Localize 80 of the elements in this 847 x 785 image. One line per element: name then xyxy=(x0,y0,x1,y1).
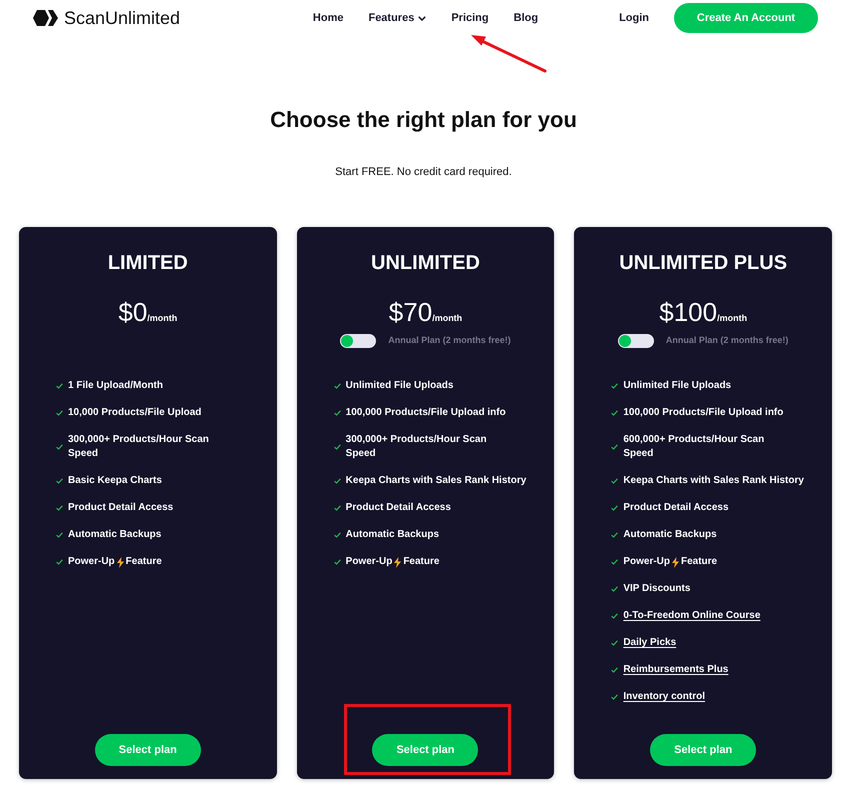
feature-text: Automatic Backups xyxy=(623,528,717,542)
feature-text: Unlimited File Uploads xyxy=(623,379,732,393)
check-icon xyxy=(611,559,618,565)
feature-text: Product Detail Access xyxy=(346,501,451,515)
check-icon xyxy=(56,559,63,565)
feature-link[interactable]: Reimbursements Plus xyxy=(623,663,728,677)
feature-text: Unlimited File Uploads xyxy=(346,379,454,393)
feature-text: Feature xyxy=(126,555,162,569)
check-icon xyxy=(334,444,341,450)
check-icon xyxy=(611,478,618,484)
check-icon xyxy=(334,478,341,484)
nav-link[interactable]: Blog xyxy=(514,10,538,26)
logo-icon xyxy=(33,10,58,26)
nav-link[interactable]: Features xyxy=(368,10,426,26)
feature-text: Product Detail Access xyxy=(68,501,174,515)
check-icon xyxy=(334,559,341,565)
check-icon xyxy=(611,410,618,416)
plan-name: UNLIMITED PLUS xyxy=(619,251,788,275)
plan-name: UNLIMITED xyxy=(371,251,480,275)
check-icon xyxy=(611,444,618,450)
check-icon xyxy=(334,383,341,389)
check-icon xyxy=(334,532,341,538)
plan-name: LIMITED xyxy=(108,251,188,275)
price-period: /month xyxy=(717,312,748,325)
check-icon xyxy=(334,505,341,511)
check-icon xyxy=(56,383,63,389)
feature-text: Power-Up xyxy=(623,555,670,569)
lightning-icon xyxy=(672,556,679,568)
toggle-label: Annual Plan (2 months free!) xyxy=(666,334,788,348)
price-period: /month xyxy=(147,312,178,325)
annual-plan-toggle[interactable] xyxy=(340,334,376,348)
feature-text: 600,000+ Products/Hour Scan Speed xyxy=(623,433,764,461)
check-icon xyxy=(611,640,618,646)
feature-text: 300,000+ Products/Hour Scan Speed xyxy=(346,433,487,461)
feature-text: 10,000 Products/File Upload xyxy=(68,406,202,420)
lightning-icon xyxy=(394,556,402,568)
feature-link[interactable]: Inventory control xyxy=(623,690,706,704)
feature-text: 100,000 Products/File Upload info xyxy=(346,406,506,420)
feature-text: 300,000+ Products/Hour Scan Speed xyxy=(68,433,209,461)
nav-link[interactable]: Pricing xyxy=(451,10,489,26)
feature-text: Keepa Charts with Sales Rank History xyxy=(623,474,804,488)
check-icon xyxy=(611,667,618,673)
price-period: /month xyxy=(432,312,462,325)
feature-text: Product Detail Access xyxy=(623,501,729,515)
nav-link[interactable]: Home xyxy=(312,10,344,26)
feature-text: 100,000 Products/File Upload info xyxy=(623,406,784,420)
feature-text: Keepa Charts with Sales Rank History xyxy=(346,474,526,488)
toggle-label: Annual Plan (2 months free!) xyxy=(388,334,511,348)
feature-text: Basic Keepa Charts xyxy=(68,474,162,488)
check-icon xyxy=(611,532,618,538)
check-icon xyxy=(56,532,63,538)
lightning-icon xyxy=(116,556,124,568)
logo-text: ScanUnlimited xyxy=(64,8,180,28)
page-title: Choose the right plan for you xyxy=(270,106,577,134)
annual-plan-toggle[interactable] xyxy=(618,334,654,348)
plan-price: $0 xyxy=(118,297,148,327)
check-icon xyxy=(56,410,63,416)
check-icon xyxy=(334,410,341,416)
feature-text: 1 File Upload/Month xyxy=(68,379,163,393)
feature-text: Feature xyxy=(403,555,440,569)
feature-text: Power-Up xyxy=(68,555,115,569)
feature-text: Automatic Backups xyxy=(68,528,162,542)
check-icon xyxy=(56,478,63,484)
login-link[interactable]: Login xyxy=(619,10,649,26)
feature-text: Automatic Backups xyxy=(346,528,440,542)
feature-text: Power-Up xyxy=(346,555,392,569)
check-icon xyxy=(611,505,618,511)
feature-text: VIP Discounts xyxy=(623,582,690,596)
check-icon xyxy=(56,505,63,511)
check-icon xyxy=(611,613,618,619)
check-icon xyxy=(611,586,618,592)
check-icon xyxy=(611,694,618,700)
plan-price: $100 xyxy=(659,297,718,327)
page-subtitle: Start FREE. No credit card required. xyxy=(335,165,512,179)
feature-link[interactable]: Daily Picks xyxy=(623,636,676,650)
check-icon xyxy=(56,444,63,450)
feature-text: Feature xyxy=(681,555,718,569)
check-icon xyxy=(611,383,618,389)
plan-price: $70 xyxy=(388,297,432,327)
feature-link[interactable]: 0-To-Freedom Online Course xyxy=(623,609,760,623)
